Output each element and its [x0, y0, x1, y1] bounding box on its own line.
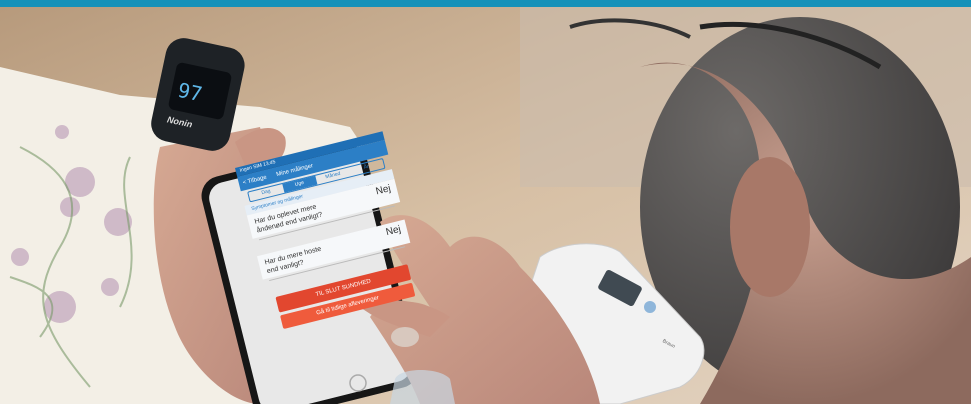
nav-title: Mine målinger — [275, 162, 314, 178]
person-ear — [730, 157, 810, 297]
top-accent-band — [0, 0, 971, 7]
photo-scene: 97 Nonin Braun Ingen SIM 13:45 < Tilbage… — [0, 0, 971, 404]
photograph — [0, 7, 971, 404]
oximeter-reading: 97 — [175, 77, 205, 107]
back-chevron-icon back-button[interactable]: < Tilbage — [242, 174, 267, 186]
